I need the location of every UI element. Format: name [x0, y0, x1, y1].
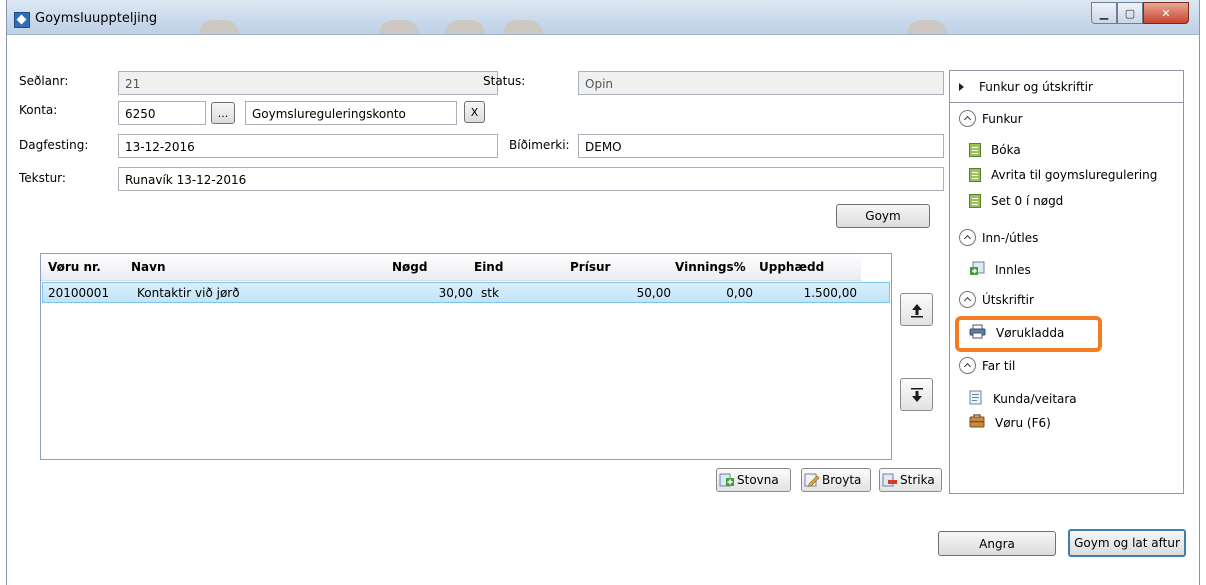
document-icon: [969, 194, 981, 208]
konta-name-field[interactable]: Goymslureguleringskonto: [245, 101, 457, 125]
section-inn-utles[interactable]: Inn-/útles: [959, 229, 1038, 246]
title-bar[interactable]: Goymsluuppteljing ▁ ▢ ✕: [7, 0, 1199, 35]
action-label: Avrita til goymsluregulering: [991, 168, 1158, 182]
tekstur-label: Tekstur:: [19, 171, 66, 185]
dagfesting-label: Dagfesting:: [19, 138, 89, 152]
minimize-icon: ▁: [1099, 6, 1109, 20]
maximize-button[interactable]: ▢: [1117, 2, 1143, 24]
table-row[interactable]: 20100001 Kontaktir við jørð 30,00 stk 50…: [42, 282, 890, 303]
edit-button[interactable]: Broyta: [801, 468, 871, 492]
move-up-button[interactable]: [900, 293, 933, 326]
maximize-icon: ▢: [1124, 6, 1136, 20]
edit-button-label: Broyta: [822, 473, 862, 487]
document-icon: [969, 143, 981, 157]
cell-eind: stk: [481, 286, 499, 300]
section-title: Útskriftir: [982, 292, 1034, 307]
status-field[interactable]: Opin: [578, 71, 944, 95]
cell-prisur: 50,00: [636, 286, 671, 300]
action-label: Kunda/veitara: [993, 392, 1077, 406]
import-icon: [969, 261, 985, 279]
new-button-label: Stovna: [737, 473, 779, 487]
highlight-box: [955, 316, 1102, 352]
taskbar-blur: [445, 20, 485, 34]
save-close-button[interactable]: Goym og lat aftur: [1068, 529, 1186, 557]
taskbar-blur: [503, 20, 543, 34]
col-vinnings[interactable]: Vinnings%: [675, 260, 746, 274]
action-boka[interactable]: Bóka: [969, 143, 1021, 157]
panel-title: Funkur og útskriftir: [979, 80, 1093, 94]
delete-document-icon: [882, 473, 898, 487]
col-prisur[interactable]: Prísur: [570, 260, 610, 274]
collapse-icon: [959, 110, 976, 127]
section-utskriftir[interactable]: Útskriftir: [959, 291, 1034, 308]
col-navn[interactable]: Navn: [131, 260, 166, 274]
actions-panel: Funkur og útskriftir Funkur Bóka Avrita …: [949, 70, 1184, 494]
edit-icon: [804, 473, 820, 487]
konta-field[interactable]: 6250: [118, 101, 206, 125]
items-grid[interactable]: Vøru nr. Navn Nøgd Eind Prísur Vinnings%…: [40, 253, 892, 460]
cell-vinnings: 0,00: [726, 286, 753, 300]
action-label: Set 0 í nøgd: [991, 194, 1064, 208]
sedlanr-label: Seðlanr:: [19, 74, 69, 88]
col-upphaedd[interactable]: Upphædd: [759, 260, 824, 274]
dagfesting-field[interactable]: 13-12-2016: [118, 134, 498, 158]
taskbar-blur: [379, 20, 419, 34]
arrow-up-icon: [910, 303, 923, 317]
close-icon: ✕: [1161, 6, 1171, 20]
col-eind[interactable]: Eind: [474, 260, 503, 274]
konta-label: Konta:: [19, 103, 58, 117]
section-far-til[interactable]: Far til: [959, 357, 1015, 374]
action-innles[interactable]: Innles: [969, 261, 1031, 279]
action-label: Bóka: [991, 143, 1021, 157]
briefcase-icon: [969, 414, 985, 431]
taskbar-blur: [907, 20, 947, 34]
delete-button[interactable]: Strika: [879, 468, 942, 492]
col-nogd[interactable]: Nøgd: [392, 260, 427, 274]
cell-navn: Kontaktir við jørð: [137, 286, 240, 300]
section-funkur[interactable]: Funkur: [959, 110, 1023, 127]
bidimerki-label: Bíðimerki:: [509, 138, 570, 152]
section-title: Inn-/útles: [982, 230, 1039, 245]
move-down-button[interactable]: [900, 378, 933, 411]
konta-browse-button[interactable]: ...: [211, 102, 235, 124]
add-document-icon: [719, 473, 735, 487]
cell-voru-nr: 20100001: [48, 286, 110, 300]
document-icon: [969, 168, 981, 182]
cell-nogd: 30,00: [438, 286, 473, 300]
status-label: Status:: [483, 74, 526, 88]
action-kunda-veitara[interactable]: Kunda/veitara: [969, 390, 1077, 408]
sedlanr-field[interactable]: 21: [118, 71, 498, 95]
tekstur-field[interactable]: Runavík 13-12-2016: [118, 167, 944, 191]
collapse-icon: [959, 357, 976, 374]
save-button[interactable]: Goym: [836, 204, 930, 228]
cancel-button[interactable]: Angra: [938, 531, 1056, 556]
action-label: Vøru (F6): [995, 415, 1051, 430]
panel-header[interactable]: Funkur og útskriftir: [950, 71, 1183, 103]
expand-caret-icon[interactable]: [959, 83, 964, 91]
col-voru-nr[interactable]: Vøru nr.: [48, 260, 101, 274]
new-button[interactable]: Stovna: [716, 468, 791, 492]
section-title: Far til: [982, 358, 1016, 373]
cell-upphaedd: 1.500,00: [803, 286, 857, 300]
delete-button-label: Strika: [900, 473, 935, 487]
collapse-icon: [959, 291, 976, 308]
grid-header: Vøru nr. Navn Nøgd Eind Prísur Vinnings%…: [41, 254, 861, 281]
arrow-down-icon: [910, 387, 923, 402]
action-voru[interactable]: Vøru (F6): [969, 414, 1051, 431]
minimize-button[interactable]: ▁: [1091, 2, 1117, 24]
bidimerki-field[interactable]: DEMO: [578, 134, 944, 158]
app-icon: [14, 12, 30, 28]
action-set-zero[interactable]: Set 0 í nøgd: [969, 194, 1063, 208]
close-button[interactable]: ✕: [1143, 2, 1189, 24]
konta-clear-button[interactable]: X: [464, 101, 485, 123]
window-title: Goymsluuppteljing: [35, 11, 158, 26]
taskbar-blur: [199, 20, 239, 34]
action-label: Innles: [995, 263, 1031, 277]
contact-card-icon: [969, 390, 983, 408]
collapse-icon: [959, 229, 976, 246]
action-avrita[interactable]: Avrita til goymsluregulering: [969, 168, 1157, 182]
section-title: Funkur: [982, 111, 1023, 126]
